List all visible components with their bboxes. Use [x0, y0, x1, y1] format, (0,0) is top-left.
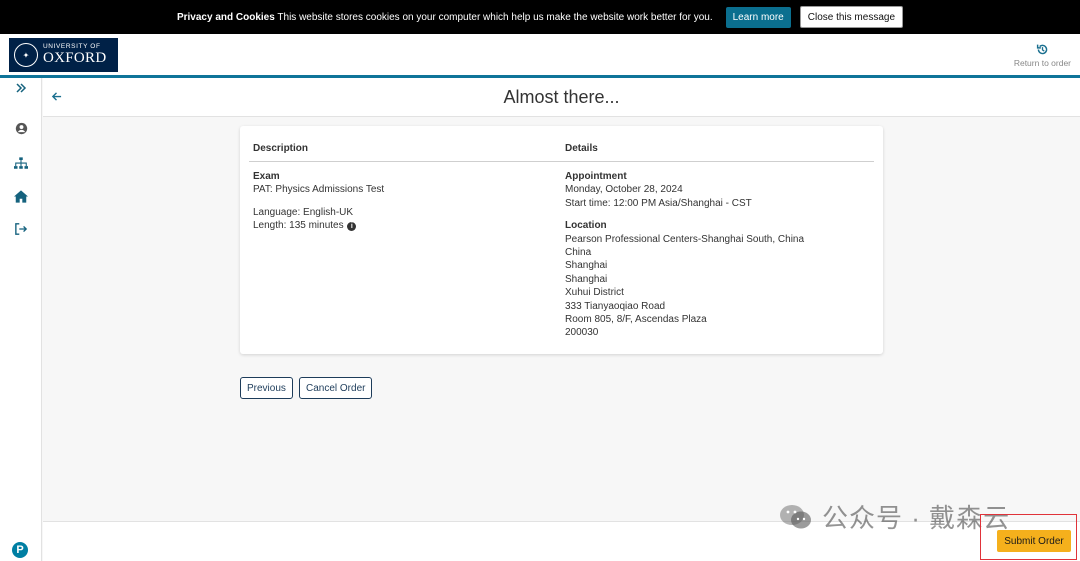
submit-order-button[interactable]: Submit Order [997, 530, 1071, 552]
pearson-logo-icon: P [12, 542, 28, 558]
sign-out-icon[interactable] [0, 223, 42, 238]
exam-length-row: Length: 135 minutes i [253, 219, 384, 232]
cancel-order-button[interactable]: Cancel Order [299, 377, 373, 399]
exam-heading: Exam [253, 171, 280, 182]
return-to-order-label: Return to order [1013, 58, 1071, 68]
sitemap-icon[interactable] [0, 157, 42, 173]
description-column: Exam PAT: Physics Admissions Test Langua… [253, 170, 384, 233]
return-to-order-link[interactable]: Return to order [1014, 43, 1071, 68]
details-header: Details [565, 143, 598, 154]
location-line: China [565, 247, 592, 259]
appointment-heading: Appointment [565, 171, 627, 182]
description-header: Description [253, 143, 309, 154]
cookie-text: This website stores cookies on your comp… [277, 11, 713, 23]
location-line: Xuhui District [565, 287, 624, 299]
appointment-date: Monday, October 28, 2024 [565, 184, 683, 196]
order-summary-card: Description Details Exam PAT: Physics Ad… [240, 126, 883, 354]
location-line: Shanghai [565, 260, 608, 272]
location-line: Room 805, 8/F, Ascendas Plaza [565, 314, 707, 326]
expand-sidebar-icon[interactable] [0, 82, 42, 97]
exam-name: PAT: Physics Admissions Test [253, 184, 385, 196]
logo-line-2: OXFORD [43, 50, 107, 67]
location-heading: Location [565, 220, 607, 232]
exam-length: Length: 135 minutes [253, 220, 344, 232]
location-line: Pearson Professional Centers-Shanghai So… [565, 233, 805, 245]
page-header: Almost there... [43, 78, 1080, 117]
close-message-button[interactable]: Close this message [799, 6, 904, 28]
cookie-message: Privacy and Cookies This website stores … [177, 12, 713, 23]
previous-button[interactable]: Previous [240, 377, 293, 399]
account-icon[interactable] [0, 122, 42, 138]
cookie-title: Privacy and Cookies [176, 11, 275, 23]
info-icon[interactable]: i [347, 222, 357, 232]
site-header: ✦ UNIVERSITY OF OXFORD Return to order [0, 34, 1080, 75]
home-icon[interactable] [0, 190, 42, 206]
crest-icon: ✦ [14, 43, 38, 67]
learn-more-button[interactable]: Learn more [725, 6, 791, 28]
sidebar: P [0, 78, 42, 561]
details-column: Appointment Monday, October 28, 2024 Sta… [565, 170, 804, 340]
location-line: 200030 [565, 327, 599, 339]
location-line: 333 Tianyaoqiao Road [565, 300, 666, 312]
location-line: Shanghai [565, 273, 608, 285]
watermark: 公众号 · 戴森云 [778, 498, 1010, 535]
wechat-icon [778, 503, 814, 531]
page-title: Almost there... [503, 87, 620, 107]
appointment-start-time: Start time: 12:00 PM Asia/Shanghai - CST [565, 197, 752, 209]
oxford-logo[interactable]: ✦ UNIVERSITY OF OXFORD [9, 38, 118, 72]
cookie-banner: Privacy and Cookies This website stores … [0, 0, 1080, 34]
history-icon [1014, 43, 1071, 58]
table-divider [249, 161, 874, 162]
exam-language: Language: English-UK [253, 206, 354, 218]
